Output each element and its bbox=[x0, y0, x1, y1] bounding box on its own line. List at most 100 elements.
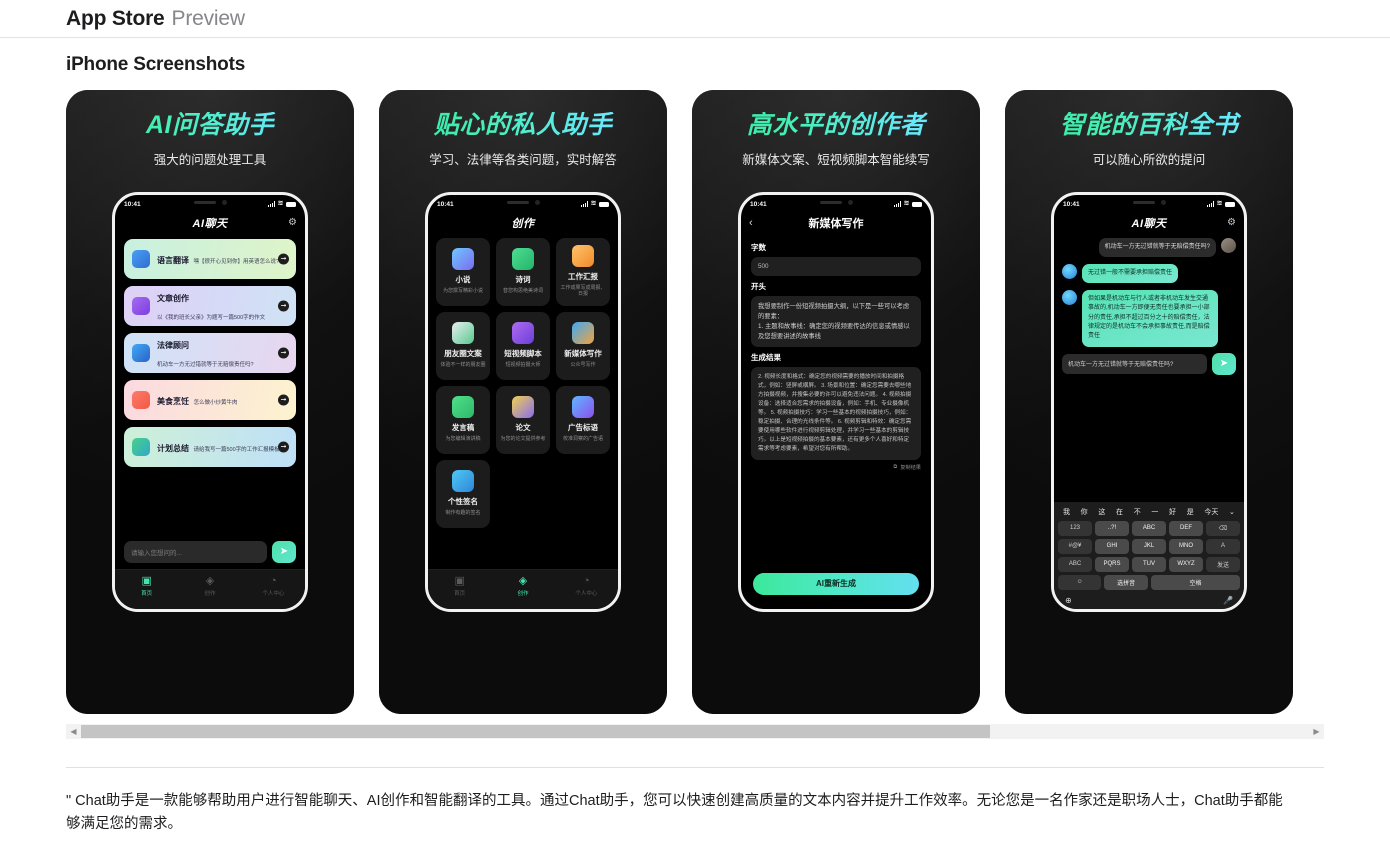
prompt-card-desc: 机动车一方无过错就等于无赔偿责任吗? bbox=[157, 361, 254, 368]
chat-message-user: 机动车一方无过错就等于无赔偿责任吗? bbox=[1062, 237, 1236, 257]
chat-input[interactable]: 请输入您想问的... bbox=[124, 540, 267, 563]
chat-input[interactable]: 机动车一方无过错就等于无赔偿责任吗? bbox=[1062, 353, 1207, 374]
horizontal-scrollbar[interactable]: ◀ ▶ bbox=[66, 724, 1324, 739]
gear-icon[interactable]: ⚙ bbox=[1227, 217, 1236, 228]
back-icon[interactable]: ‹ bbox=[749, 217, 753, 229]
prompt-card[interactable]: 计划总结 请给我写一篇500字的工作汇报模板 ➞ bbox=[124, 426, 296, 467]
suggestion[interactable]: 不 bbox=[1134, 507, 1141, 517]
battery-icon bbox=[599, 202, 609, 207]
chat-input-bar-4[interactable]: 机动车一方无过错就等于无赔偿责任吗? ➤ bbox=[1054, 347, 1244, 375]
grid-item[interactable]: 广告标语 校准洞察的广告语 bbox=[556, 385, 610, 454]
suggestion[interactable]: 一 bbox=[1151, 507, 1158, 517]
key-tuv[interactable]: TUV bbox=[1132, 556, 1166, 572]
key-mno[interactable]: MNO bbox=[1169, 538, 1203, 554]
space-key[interactable]: 空格 bbox=[1150, 574, 1240, 590]
suggestion[interactable]: 这 bbox=[1098, 507, 1105, 517]
grid-item[interactable]: 新媒体写作 公众号写作 bbox=[556, 311, 610, 380]
app-navbar-3: ‹ 新媒体写作 bbox=[741, 211, 931, 235]
wordcount-input[interactable]: 500 bbox=[751, 256, 921, 277]
chevron-right-icon[interactable]: ➞ bbox=[278, 347, 289, 358]
key-123[interactable]: 123 bbox=[1058, 520, 1092, 536]
suggestion[interactable]: 好 bbox=[1169, 507, 1176, 517]
grid-item[interactable]: 小说 为您撰写精彩小说 bbox=[436, 237, 490, 306]
grid-item[interactable]: 个性签名 制作有趣的签名 bbox=[436, 459, 490, 528]
suggestion[interactable]: 在 bbox=[1116, 507, 1123, 517]
grid-item[interactable]: 发言稿 为您编辑演讲稿 bbox=[436, 385, 490, 454]
copy-result-button[interactable]: ⧉ 复制结果 bbox=[751, 464, 921, 471]
tab-home[interactable]: ▣ 首页 bbox=[428, 575, 491, 597]
phone-mock-1: 10:41 ≋ AI聊天 ⚙ 语言翻译 嘿【很开心见到你】用英语怎么说? ➞ 文… bbox=[112, 191, 308, 612]
scroll-right-arrow[interactable]: ▶ bbox=[1309, 724, 1324, 739]
grid-item[interactable]: 论文 为您的论文提供参考 bbox=[496, 385, 550, 454]
grid-item[interactable]: 短视频脚本 短视频拍摄大师 bbox=[496, 311, 550, 380]
screenshot-1[interactable]: AI问答助手 强大的问题处理工具 10:41 ≋ AI聊天 ⚙ 语言翻译 嘿【很… bbox=[66, 90, 354, 714]
emoji-icon[interactable]: ☺ bbox=[1058, 574, 1102, 590]
scroll-left-arrow[interactable]: ◀ bbox=[66, 724, 81, 739]
opening-input[interactable]: 我想要制作一份短视频拍摄大纲，以下是一些可以考虑的要素： 1. 主题和故事线：确… bbox=[751, 296, 921, 348]
key-ghi[interactable]: GHI bbox=[1095, 538, 1129, 554]
suggestion[interactable]: 今天 bbox=[1204, 507, 1218, 517]
grid-item[interactable]: 诗词 替您构思绝美诗词 bbox=[496, 237, 550, 306]
send-key[interactable]: 发送 bbox=[1206, 556, 1240, 572]
tab-create[interactable]: ◈ 创作 bbox=[491, 575, 554, 597]
prompt-card-title: 文章创作 bbox=[157, 293, 189, 303]
key-abc[interactable]: ABC bbox=[1132, 520, 1166, 536]
tab-home[interactable]: ▣ 首页 bbox=[115, 575, 178, 597]
suggestion[interactable]: 我 bbox=[1063, 507, 1070, 517]
chat-input-bar-1[interactable]: 请输入您想问的... ➤ bbox=[124, 540, 296, 563]
status-indicators: ≋ bbox=[580, 200, 609, 207]
prompt-card[interactable]: 法律顾问 机动车一方无过错就等于无赔偿责任吗? ➞ bbox=[124, 332, 296, 373]
prompt-card[interactable]: 美食烹饪 怎么做小炒黄牛肉 ➞ bbox=[124, 379, 296, 420]
backspace-icon[interactable]: ⌫ bbox=[1206, 520, 1240, 536]
grid-item-title: 广告标语 bbox=[568, 423, 598, 433]
prompt-card[interactable]: 语言翻译 嘿【很开心见到你】用英语怎么说? ➞ bbox=[124, 238, 296, 279]
screenshot-4[interactable]: 智能的百科全书 可以随心所欲的提问 10:41 ≋ AI聊天 ⚙ 机动车一方无过… bbox=[1005, 90, 1293, 714]
screenshot-3[interactable]: 高水平的创作者 新媒体文案、短视频脚本智能续写 10:41 ≋ ‹ 新媒体写作 … bbox=[692, 90, 980, 714]
ai-regenerate-button[interactable]: AI重新生成 bbox=[753, 572, 919, 595]
chevron-right-icon[interactable]: ➞ bbox=[278, 300, 289, 311]
signal-icon bbox=[893, 201, 902, 207]
key-shift[interactable]: A bbox=[1206, 538, 1240, 554]
novel-icon bbox=[452, 248, 474, 271]
video-script-icon bbox=[512, 322, 534, 345]
grid-item[interactable]: 工作汇报 工作成果写成周报、日报 bbox=[556, 237, 610, 306]
screenshot-1-header: AI问答助手 强大的问题处理工具 bbox=[66, 90, 354, 168]
front-camera bbox=[221, 199, 227, 205]
key-abc-switch[interactable]: ABC bbox=[1058, 556, 1092, 572]
chat-message-bot: 无过错一般不需要承担赔偿责任 bbox=[1062, 263, 1236, 284]
globe-icon[interactable]: ⊕ bbox=[1065, 596, 1072, 605]
key-pqrs[interactable]: PQRS bbox=[1095, 556, 1129, 572]
key-pinyin[interactable]: 选拼音 bbox=[1104, 574, 1148, 590]
tab-profile[interactable]: ◔ 个人中心 bbox=[555, 575, 618, 597]
battery-icon bbox=[1225, 202, 1235, 207]
screenshot-2[interactable]: 贴心的私人助手 学习、法律等各类问题，实时解答 10:41 ≋ 创作 小说 为您… bbox=[379, 90, 667, 714]
mic-icon[interactable]: 🎤 bbox=[1223, 596, 1233, 605]
moments-icon bbox=[452, 322, 474, 345]
key-wxyz[interactable]: WXYZ bbox=[1169, 556, 1203, 572]
suggestion[interactable]: 是 bbox=[1187, 507, 1194, 517]
scrollbar-track[interactable] bbox=[81, 725, 1309, 738]
key-jkl[interactable]: JKL bbox=[1132, 538, 1166, 554]
screenshot-3-header: 高水平的创作者 新媒体文案、短视频脚本智能续写 bbox=[692, 90, 980, 168]
scrollbar-thumb[interactable] bbox=[81, 725, 990, 738]
chevron-right-icon[interactable]: ➞ bbox=[278, 253, 289, 264]
result-output: 2. 视频长度和格式：确定您的视频需要的播放时间和拍摄格式，例如：竖屏或横屏。 … bbox=[751, 367, 921, 460]
tab-create[interactable]: ◈ 创作 bbox=[178, 575, 241, 597]
status-indicators: ≋ bbox=[893, 200, 922, 207]
key-symbols[interactable]: ..?! bbox=[1095, 520, 1129, 536]
screenshots-carousel[interactable]: AI问答助手 强大的问题处理工具 10:41 ≋ AI聊天 ⚙ 语言翻译 嘿【很… bbox=[0, 90, 1390, 714]
chevron-right-icon[interactable]: ➞ bbox=[278, 394, 289, 405]
send-icon[interactable]: ➤ bbox=[272, 540, 296, 563]
app-navbar-title: AI聊天 bbox=[1131, 217, 1167, 230]
key-def[interactable]: DEF bbox=[1169, 520, 1203, 536]
grid-item[interactable]: 朋友圈文案 体验不一样的朋友圈 bbox=[436, 311, 490, 380]
chevron-down-icon[interactable]: ⌄ bbox=[1229, 508, 1235, 516]
tab-profile[interactable]: ◔ 个人中心 bbox=[242, 575, 305, 597]
send-icon[interactable]: ➤ bbox=[1212, 352, 1236, 375]
key-symbols2[interactable]: #@¥ bbox=[1058, 538, 1092, 554]
creation-grid: 小说 为您撰写精彩小说 诗词 替您构思绝美诗词 工作汇报 工作成果写成周报、日报 bbox=[428, 235, 618, 528]
chevron-right-icon[interactable]: ➞ bbox=[278, 441, 289, 452]
suggestion[interactable]: 你 bbox=[1081, 507, 1088, 517]
gear-icon[interactable]: ⚙ bbox=[288, 217, 297, 228]
prompt-card[interactable]: 文章创作 以《我的班长父亲》为题写一篇500字的作文 ➞ bbox=[124, 285, 296, 326]
